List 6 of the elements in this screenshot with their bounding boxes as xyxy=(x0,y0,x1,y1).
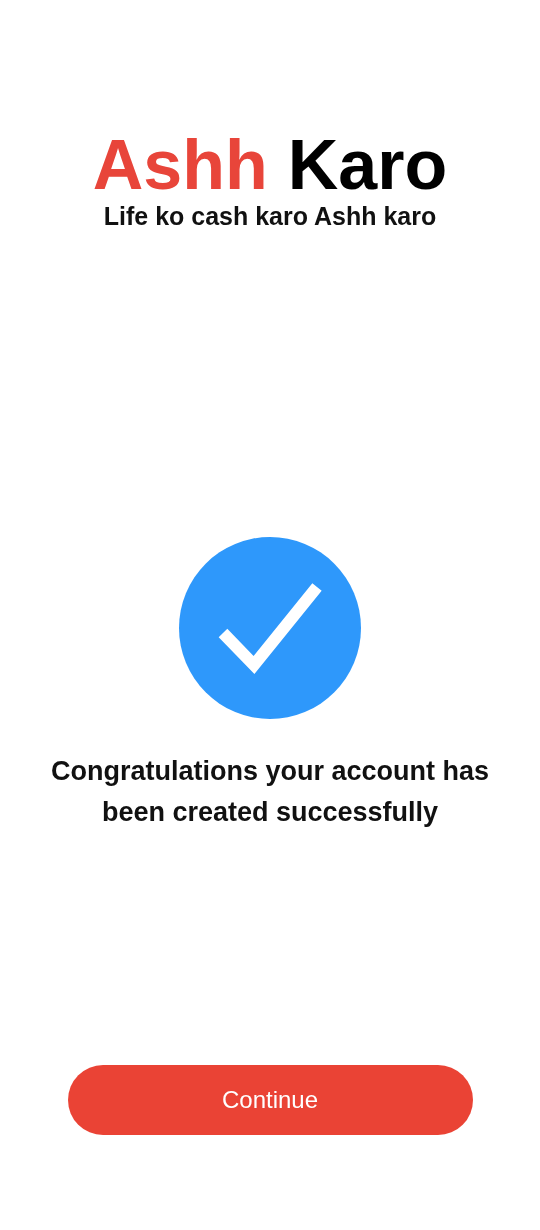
continue-button[interactable]: Continue xyxy=(67,1065,473,1135)
logo-text: Karo xyxy=(287,126,448,204)
checkmark-icon xyxy=(179,537,361,719)
success-message: Congratulations your account has been created successfully xyxy=(50,755,490,829)
tagline: Life ko cash karo Ashh karo xyxy=(103,202,437,231)
logo-text: Ashh xyxy=(92,126,268,204)
